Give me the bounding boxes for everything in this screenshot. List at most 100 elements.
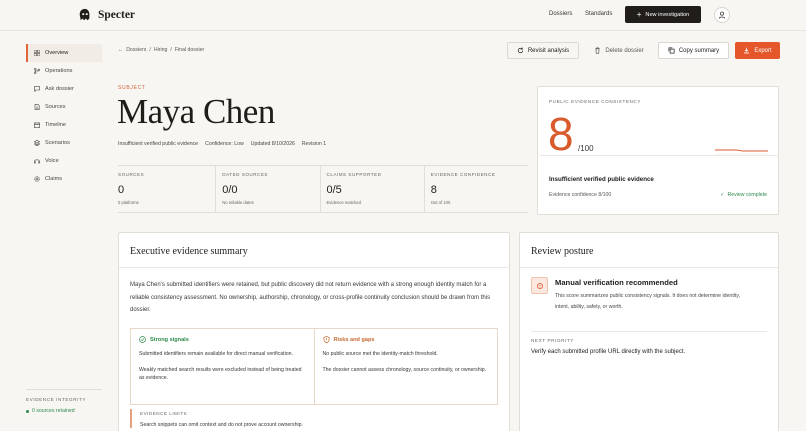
sidebar-item-label: Timeline xyxy=(45,122,66,128)
copy-icon xyxy=(668,47,675,54)
user-menu-button[interactable] xyxy=(714,7,730,23)
sidebar-item-scenarios[interactable]: Scenarios xyxy=(26,134,102,152)
plus-icon: + xyxy=(636,9,642,19)
sidebar-item-label: Scenarios xyxy=(45,140,70,146)
stat-sub: No reliable dates xyxy=(222,200,254,205)
consistency-score-card: PUBLIC EVIDENCE CONSISTENCY 8 /100 Insuf… xyxy=(537,86,779,215)
branch-icon xyxy=(34,68,40,74)
stat-sub: 0 platforms xyxy=(118,200,139,205)
chat-icon xyxy=(34,86,40,92)
stat-value: 0 xyxy=(118,184,125,196)
executive-summary-card: Executive evidence summary Maya Chen's s… xyxy=(118,232,510,431)
document-icon xyxy=(34,104,40,110)
signals-panel: Strong signals Submitted identifiers rem… xyxy=(130,328,498,405)
stat-sub: Evidence matched xyxy=(326,200,361,205)
sidebar-item-label: Voice xyxy=(45,158,59,164)
stat-sub: Out of 100 xyxy=(430,200,451,205)
strong-signals-title: Strong signals xyxy=(150,336,189,343)
next-priority-label: NEXT PRIORITY xyxy=(531,338,574,343)
risk-item: The dossier cannot assess chronology, so… xyxy=(322,366,487,373)
stat-label: DATED SOURCES xyxy=(222,172,268,177)
stat-label: SOURCES xyxy=(118,172,145,177)
sidebar-item-label: Ask dossier xyxy=(45,86,74,92)
refresh-icon xyxy=(517,47,523,54)
stat-evidence-confidence: EVIDENCE CONFIDENCE 8 Out of 100 xyxy=(425,166,528,212)
stat-value: 0/5 xyxy=(326,184,342,196)
score-sparkline xyxy=(715,149,768,155)
meta-confidence: Confidence: Low xyxy=(205,141,244,147)
score-max: /100 xyxy=(578,144,594,153)
evidence-limits: EVIDENCE LIMITS Search snippets can omit… xyxy=(130,409,498,428)
stats-row: SOURCES 0 0 platforms DATED SOURCES 0/0 … xyxy=(118,165,528,213)
stat-dated-sources: DATED SOURCES 0/0 No reliable dates xyxy=(216,166,321,212)
sidebar-item-label: Overview xyxy=(45,50,69,56)
revisit-analysis-button[interactable]: Revisit analysis xyxy=(507,42,579,59)
download-icon xyxy=(744,47,750,54)
sidebar-item-claims[interactable]: Claims xyxy=(26,170,102,188)
copy-summary-button[interactable]: Copy summary xyxy=(658,42,729,59)
warning-icon xyxy=(531,277,548,294)
evidence-integrity-text: 0 sources retained xyxy=(32,408,75,414)
evidence-integrity-label: EVIDENCE INTEGRITY xyxy=(26,397,87,402)
breadcrumb-separator: / xyxy=(149,47,151,53)
new-investigation-button[interactable]: + New investigation xyxy=(625,6,701,23)
breadcrumb-dossiers[interactable]: Dossiers xyxy=(126,47,146,53)
evidence-limits-text: Search snippets can omit context and do … xyxy=(140,422,303,428)
subject-name: Maya Chen xyxy=(117,92,275,131)
nav-standards[interactable]: Standards xyxy=(585,11,612,17)
revisit-analysis-label: Revisit analysis xyxy=(527,47,570,54)
sidebar-item-ask-dossier[interactable]: Ask dossier xyxy=(26,80,102,98)
evidence-integrity-value: 0 sources retained xyxy=(26,408,102,414)
review-complete-label: Review complete xyxy=(727,192,768,198)
meta-updated: Updated 8/10/2026 xyxy=(250,141,295,147)
back-arrow-icon[interactable]: ← xyxy=(118,47,123,53)
delete-dossier-label: Delete dossier xyxy=(605,47,644,54)
sidebar-item-timeline[interactable]: Timeline xyxy=(26,116,102,134)
sidebar-item-voice[interactable]: Voice xyxy=(26,152,102,170)
logo[interactable]: Specter xyxy=(78,8,135,22)
subject-meta: Insufficient verified public evidence Co… xyxy=(118,141,326,147)
sidebar-item-sources[interactable]: Sources xyxy=(26,98,102,116)
grid-icon xyxy=(34,50,40,56)
score-status: Insufficient verified public evidence xyxy=(549,176,654,183)
divider xyxy=(539,155,779,156)
check-circle-icon xyxy=(139,336,146,343)
stat-claims-supported: CLAIMS SUPPORTED 0/5 Evidence matched xyxy=(321,166,425,212)
review-posture-title: Review posture xyxy=(531,246,594,257)
subject-label: SUBJECT xyxy=(118,85,146,91)
review-complete-status: ✓ Review complete xyxy=(720,192,767,198)
strong-signal-item: Weakly matched search results were exclu… xyxy=(139,366,302,382)
executive-summary-title: Executive evidence summary xyxy=(130,246,248,257)
divider xyxy=(520,267,778,268)
risks-and-gaps: Risks and gaps No public source met the … xyxy=(313,329,498,404)
strong-signals-heading: Strong signals xyxy=(139,336,306,343)
score-label: PUBLIC EVIDENCE CONSISTENCY xyxy=(549,99,642,104)
risk-item: No public source met the identity-match … xyxy=(322,351,438,357)
stat-label: CLAIMS SUPPORTED xyxy=(326,172,382,177)
evidence-limits-label: EVIDENCE LIMITS xyxy=(140,411,188,416)
evidence-integrity: EVIDENCE INTEGRITY 0 sources retained xyxy=(26,389,102,414)
sidebar-item-label: Operations xyxy=(45,68,73,74)
meta-status: Insufficient verified public evidence xyxy=(118,141,199,147)
executive-summary-body: Maya Chen's submitted identifiers were r… xyxy=(130,282,491,314)
dot-icon xyxy=(26,409,29,413)
sidebar-item-operations[interactable]: Operations xyxy=(26,62,102,80)
sidebar-item-label: Sources xyxy=(45,104,66,110)
divider xyxy=(119,267,509,268)
breadcrumb-separator: / xyxy=(170,47,172,53)
copy-summary-label: Copy summary xyxy=(678,47,720,54)
sidebar: Overview Operations Ask dossier Sources … xyxy=(26,44,102,188)
divider xyxy=(531,331,767,332)
sidebar-item-overview[interactable]: Overview xyxy=(26,44,102,62)
trash-icon xyxy=(595,47,600,54)
nav-dossiers[interactable]: Dossiers xyxy=(549,11,572,17)
breadcrumb-hiring[interactable]: Hiring xyxy=(154,47,168,53)
review-heading: Manual verification recommended xyxy=(555,278,678,287)
breadcrumb-final-dossier: Final dossier xyxy=(174,47,205,53)
stat-value: 0/0 xyxy=(222,184,238,196)
export-button[interactable]: Export xyxy=(735,42,780,59)
delete-dossier-button[interactable]: Delete dossier xyxy=(585,42,653,59)
breadcrumb: ← Dossiers / Hiring / Final dossier xyxy=(118,47,204,53)
gear-icon xyxy=(34,176,40,182)
meta-revision: Revision 1 xyxy=(301,141,327,147)
